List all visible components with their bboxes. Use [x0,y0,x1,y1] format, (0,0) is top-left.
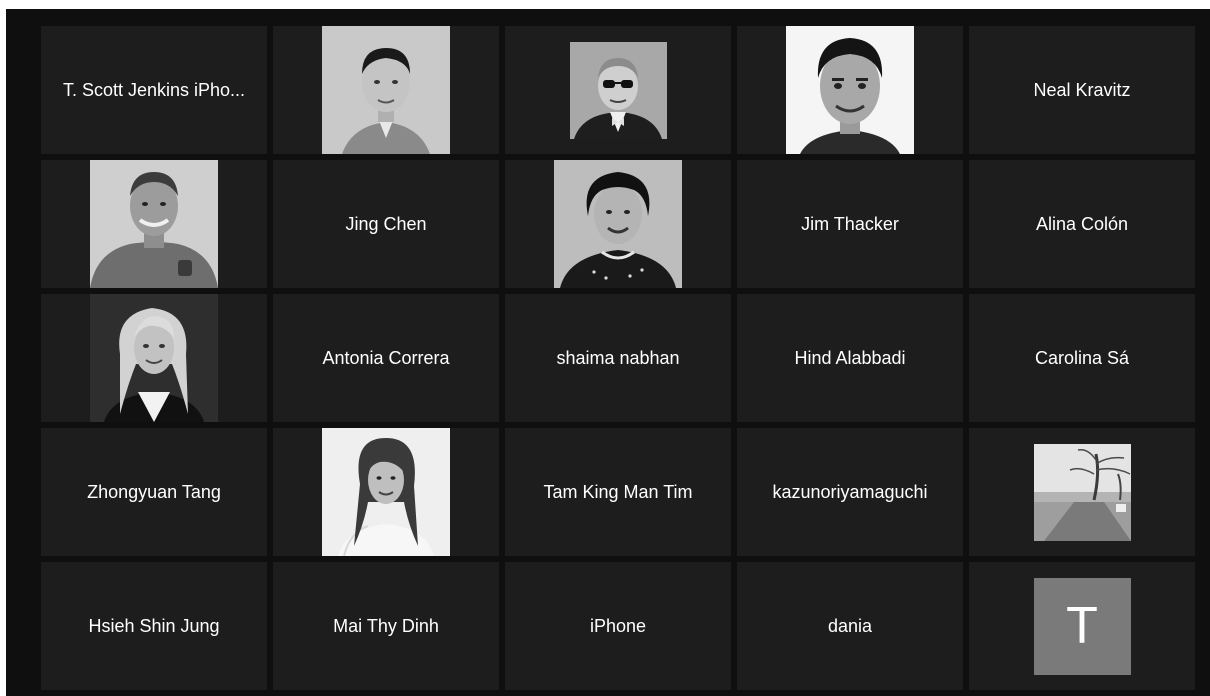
woman-portrait-icon [322,428,450,556]
participant-tile[interactable]: Antonia Correra [273,294,499,422]
participant-name: kazunoriyamaguchi [772,481,928,502]
participant-name: Tam King Man Tim [543,481,693,502]
participant-tile[interactable] [505,26,731,154]
participant-tile[interactable] [969,428,1195,556]
participant-tile[interactable] [41,294,267,422]
landscape-pier-icon [1033,443,1131,541]
participant-name: Mai Thy Dinh [333,615,439,636]
participant-name: Jim Thacker [801,213,899,234]
participant-name: iPhone [589,615,647,636]
participant-name: Jing Chen [345,213,427,234]
participant-tile[interactable]: Hsieh Shin Jung [41,562,267,690]
participant-tile[interactable]: iPhone [505,562,731,690]
woman-blonde-portrait-icon [90,294,218,422]
participant-tile[interactable]: Zhongyuan Tang [41,428,267,556]
man-smiling-portrait-icon [786,26,914,154]
participant-tile[interactable]: Mai Thy Dinh [273,562,499,690]
participant-tile[interactable]: T [969,562,1195,690]
participant-tile[interactable]: Jing Chen [273,160,499,288]
video-gallery-frame: T. Scott Jenkins iPho... Neal Kravitz Ji… [6,9,1210,696]
participant-name: dania [827,615,873,636]
participant-name: Alina Colón [1035,213,1129,234]
participant-name: Carolina Sá [1034,347,1130,368]
participant-name: Antonia Correra [322,347,450,368]
participant-name: shaima nabhan [556,347,680,368]
participant-tile[interactable]: kazunoriyamaguchi [737,428,963,556]
woman-older-portrait-icon [554,160,682,288]
man-glasses-portrait-icon [569,41,667,139]
participant-name: Hsieh Shin Jung [88,615,220,636]
participant-tile[interactable]: shaima nabhan [505,294,731,422]
participant-name: T. Scott Jenkins iPho... [62,79,246,100]
participant-tile[interactable]: dania [737,562,963,690]
participant-name: Zhongyuan Tang [87,481,221,502]
man-portrait-icon [322,26,450,154]
participant-tile[interactable] [737,26,963,154]
participant-tile[interactable] [273,428,499,556]
participant-tile[interactable] [505,160,731,288]
participant-tile[interactable]: Alina Colón [969,160,1195,288]
participant-name: Hind Alabbadi [794,347,906,368]
participant-tile[interactable]: Jim Thacker [737,160,963,288]
participant-grid: T. Scott Jenkins iPho... Neal Kravitz Ji… [41,26,1197,691]
avatar-letter: T [1066,597,1098,655]
participant-tile[interactable]: Neal Kravitz [969,26,1195,154]
participant-tile[interactable] [273,26,499,154]
participant-name: Neal Kravitz [1033,79,1131,100]
man-older-portrait-icon [90,160,218,288]
participant-tile[interactable]: Tam King Man Tim [505,428,731,556]
avatar: T [1033,577,1131,675]
participant-tile[interactable]: Hind Alabbadi [737,294,963,422]
participant-tile[interactable]: T. Scott Jenkins iPho... [41,26,267,154]
participant-tile[interactable] [41,160,267,288]
participant-tile[interactable]: Carolina Sá [969,294,1195,422]
